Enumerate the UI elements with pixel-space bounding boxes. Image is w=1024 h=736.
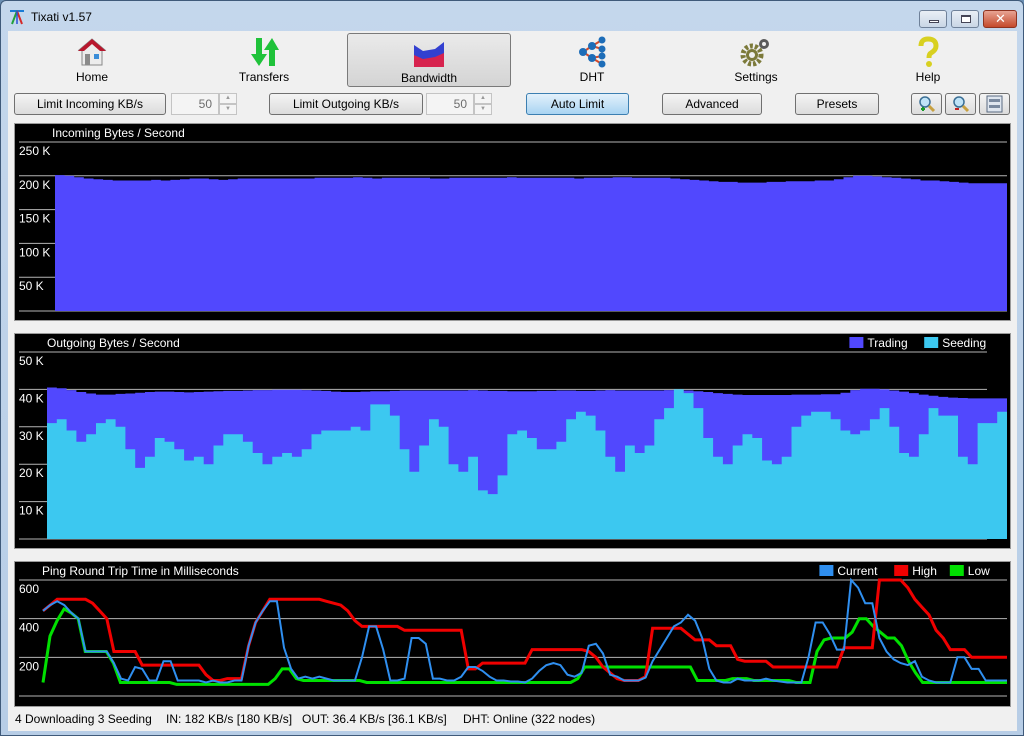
- legend-swatch-high: [894, 565, 909, 576]
- incoming-area: [55, 175, 1007, 311]
- legend-swatch-current: [819, 565, 834, 576]
- layout-button[interactable]: [979, 93, 1010, 115]
- advanced-button[interactable]: Advanced: [662, 93, 762, 115]
- chart-title: Ping Round Trip Time in Milliseconds: [42, 564, 239, 578]
- title-bar[interactable]: Tixati v1.57 ✕: [1, 1, 1023, 31]
- stepper-down-icon[interactable]: ▼: [219, 104, 237, 115]
- close-button[interactable]: ✕: [983, 10, 1017, 28]
- nav-transfers-label: Transfers: [238, 70, 290, 84]
- presets-button[interactable]: Presets: [795, 93, 879, 115]
- stepper-down-icon[interactable]: ▼: [474, 104, 492, 115]
- y-tick-label: 10 K: [19, 504, 44, 518]
- y-tick-label: 150 K: [19, 212, 50, 226]
- incoming-chart: Incoming Bytes / Second 250 K 200 K 150 K 10…: [14, 123, 1011, 321]
- nav-help[interactable]: Help: [847, 33, 1009, 87]
- legend-label-low: Low: [968, 564, 990, 578]
- ping-current-line: [42, 577, 1007, 684]
- status-outgoing: OUT: 36.4 KB/s [36.1 KB/s]: [302, 712, 447, 726]
- minimize-icon: [929, 20, 939, 23]
- nav-transfers[interactable]: Transfers: [183, 33, 345, 87]
- y-tick-label: 30 K: [19, 429, 44, 443]
- bandwidth-chart-icon: [414, 42, 444, 67]
- nav-bandwidth-label: Bandwidth: [400, 71, 458, 85]
- limit-outgoing-input[interactable]: 50: [426, 93, 474, 115]
- stepper-up-icon[interactable]: ▲: [474, 93, 492, 104]
- nav-dht-label: DHT: [579, 70, 605, 84]
- y-tick-label: 200 K: [19, 178, 50, 192]
- legend-label-high: High: [912, 564, 937, 578]
- minimize-button[interactable]: [919, 10, 947, 28]
- window-title: Tixati v1.57: [31, 10, 92, 24]
- y-tick-label: 50 K: [19, 354, 44, 368]
- tixati-logo-icon: [10, 10, 24, 25]
- ping-chart-svg: Ping Round Trip Time in Milliseconds600 4…: [19, 564, 1007, 697]
- zoom-in-button[interactable]: [911, 93, 942, 115]
- legend-label-seeding: Seeding: [942, 336, 986, 350]
- y-tick-label: 100 K: [19, 245, 50, 259]
- client-area: Home Transfers Bandwidth DHT Settings He…: [8, 31, 1017, 731]
- zoom-out-button[interactable]: [945, 93, 976, 115]
- question-mark-icon: [918, 36, 939, 67]
- gears-icon: [740, 39, 769, 67]
- legend-swatch-trading: [849, 337, 864, 348]
- nav-dht[interactable]: DHT: [511, 33, 673, 87]
- chart-title: Incoming Bytes / Second: [52, 126, 185, 140]
- limit-outgoing-button[interactable]: Limit Outgoing KB/s: [269, 93, 423, 115]
- close-icon: ✕: [995, 11, 1006, 26]
- ping-chart: Ping Round Trip Time in Milliseconds 600 4…: [14, 561, 1011, 707]
- zoom-out-icon: [953, 96, 970, 113]
- layout-rows-icon: [986, 95, 1003, 113]
- app-window: Tixati v1.57 ✕ Home Transfers Bandwidth …: [0, 0, 1024, 736]
- maximize-button[interactable]: [951, 10, 979, 28]
- y-tick-label: 20 K: [19, 466, 44, 480]
- house-icon: [77, 38, 107, 66]
- network-nodes-icon: [579, 36, 606, 68]
- maximize-icon: [961, 15, 971, 23]
- nav-home[interactable]: Home: [11, 33, 173, 87]
- zoom-in-icon: [919, 96, 936, 113]
- status-incoming: IN: 182 KB/s [180 KB/s]: [166, 712, 293, 726]
- nav-help-label: Help: [915, 70, 941, 84]
- chart-title: Outgoing Bytes / Second: [47, 336, 180, 350]
- limit-incoming-stepper[interactable]: ▲ ▼: [219, 93, 237, 115]
- transfer-arrows-icon: [251, 38, 279, 66]
- stepper-up-icon[interactable]: ▲: [219, 93, 237, 104]
- limit-outgoing-stepper[interactable]: ▲ ▼: [474, 93, 492, 115]
- y-tick-label: 200: [19, 659, 39, 673]
- y-tick-label: 50 K: [19, 279, 44, 293]
- nav-home-label: Home: [75, 70, 108, 84]
- status-dht: DHT: Online (322 nodes): [463, 712, 596, 726]
- incoming-chart-svg: Incoming Bytes / Second250 K 200 K 150 K 10…: [19, 126, 1007, 312]
- y-tick-label: 40 K: [19, 391, 44, 405]
- y-tick-label: 400: [19, 621, 39, 635]
- nav-settings[interactable]: Settings: [675, 33, 837, 87]
- outgoing-chart: Outgoing Bytes / Second 50 K 40 K 30 K 20 K 1…: [14, 333, 1011, 549]
- limit-incoming-input[interactable]: 50: [171, 93, 219, 115]
- outgoing-chart-svg: Outgoing Bytes / Second50 K 40 K 30 K 20 K 1…: [19, 336, 1007, 540]
- auto-limit-button[interactable]: Auto Limit: [526, 93, 629, 115]
- limit-incoming-button[interactable]: Limit Incoming KB/s: [14, 93, 166, 115]
- legend-swatch-low: [949, 565, 964, 576]
- y-tick-label: 600: [19, 582, 39, 596]
- legend-label-current: Current: [837, 564, 878, 578]
- legend-swatch-seeding: [924, 337, 939, 348]
- nav-settings-label: Settings: [734, 70, 778, 84]
- nav-bandwidth[interactable]: Bandwidth: [347, 33, 511, 87]
- y-tick-label: 250 K: [19, 144, 50, 158]
- status-transfers: 4 Downloading 3 Seeding: [15, 712, 152, 726]
- legend-label-trading: Trading: [867, 336, 907, 350]
